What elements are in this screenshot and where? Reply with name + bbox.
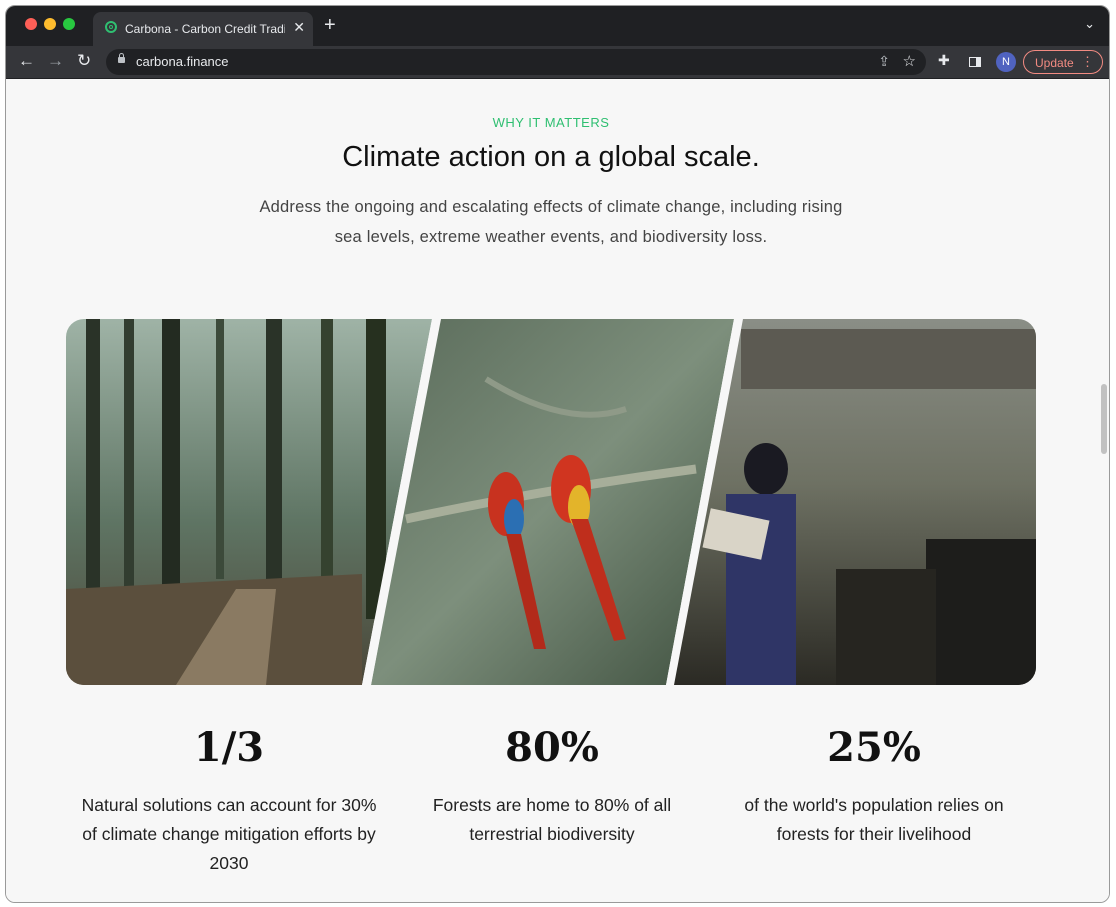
stat-natural-solutions: 1/3 Natural solutions can account for 30… — [79, 724, 379, 878]
stat-livelihood: 25% of the world's population relies on … — [724, 724, 1024, 849]
close-tab-icon[interactable]: ✕ — [293, 19, 305, 36]
minimize-window-button[interactable] — [44, 18, 56, 30]
stat-value: 80% — [505, 724, 599, 771]
stat-description: of the world's population relies on fore… — [744, 795, 1004, 844]
back-arrow-icon[interactable]: ← — [18, 51, 35, 71]
url-text[interactable]: carbona.finance — [136, 54, 229, 69]
stat-value: 1/3 — [193, 724, 265, 771]
maximize-window-button[interactable] — [63, 18, 75, 30]
browser-tab[interactable]: Carbona - Carbon Credit Tradi ✕ — [93, 12, 313, 46]
page-content: WHY IT MATTERS Climate action on a globa… — [6, 79, 1109, 902]
stat-value: 25% — [827, 724, 921, 771]
title-bar: Carbona - Carbon Credit Tradi ✕ + ⌄ — [6, 6, 1109, 46]
reload-icon[interactable]: ↻ — [77, 51, 91, 71]
page-scrollbar[interactable] — [1101, 384, 1107, 454]
tab-search-chevron-icon[interactable]: ⌄ — [1084, 16, 1095, 32]
browser-window: Carbona - Carbon Credit Tradi ✕ + ⌄ ← → … — [5, 5, 1110, 903]
image-gallery — [66, 319, 1036, 685]
new-tab-icon[interactable]: + — [324, 14, 336, 37]
browser-toolbar: ← → ↻ carbona.finance ⇪ ☆ ✚ N Update ⋮ — [6, 46, 1109, 79]
lock-icon[interactable] — [118, 53, 125, 63]
section-headline: Climate action on a global scale. — [342, 141, 760, 173]
carbona-favicon-icon — [105, 21, 117, 33]
stat-description: Forests are home to 80% of all terrestri… — [432, 795, 672, 844]
profile-avatar[interactable]: N — [996, 52, 1016, 72]
stat-biodiversity: 80% Forests are home to 80% of all terre… — [402, 724, 702, 849]
address-bar[interactable]: carbona.finance ⇪ ☆ — [106, 49, 926, 75]
bookmark-star-icon[interactable]: ☆ — [903, 52, 916, 70]
more-menu-icon[interactable]: ⋮ — [1081, 54, 1094, 70]
tab-title: Carbona - Carbon Credit Tradi — [125, 22, 285, 36]
close-window-button[interactable] — [25, 18, 37, 30]
side-panel-icon[interactable] — [969, 57, 981, 67]
update-label: Update — [1035, 56, 1074, 70]
update-button[interactable]: Update ⋮ — [1023, 50, 1103, 74]
stat-description: Natural solutions can account for 30% of… — [81, 795, 377, 873]
share-icon[interactable]: ⇪ — [878, 53, 890, 70]
section-eyebrow: WHY IT MATTERS — [492, 115, 610, 130]
section-subtitle: Address the ongoing and escalating effec… — [259, 198, 843, 246]
forward-arrow-icon[interactable]: → — [47, 51, 64, 71]
extensions-puzzle-icon[interactable]: ✚ — [938, 52, 950, 69]
